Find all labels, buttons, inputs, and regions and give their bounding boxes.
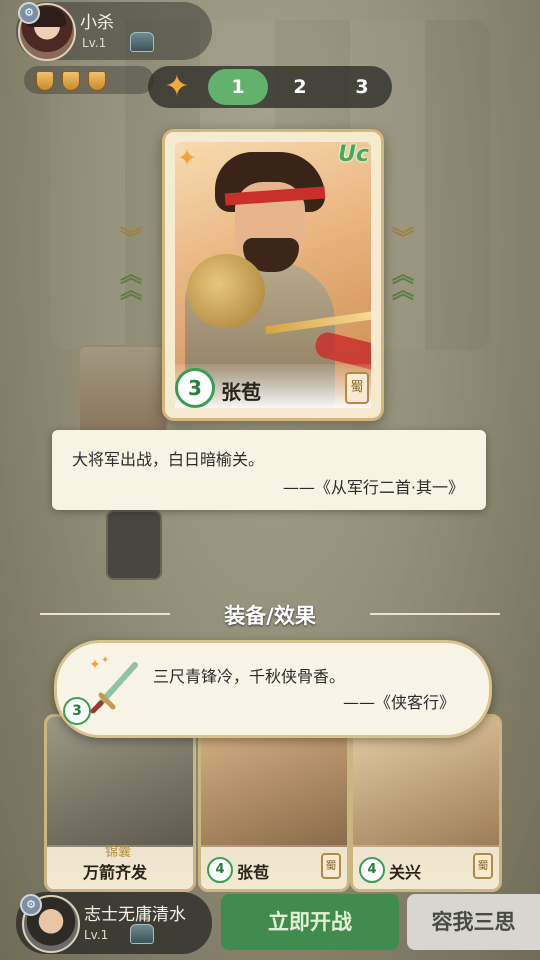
quote-source: ——《从军行二首·其一》 [282,478,464,497]
sword-icon: ✦ ✦ [87,653,149,715]
tab-1[interactable]: 1 [208,69,268,105]
cost-badge: 3 [63,697,91,725]
hero-name: 张苞 [221,380,261,404]
equipment-tooltip: ✦ ✦ 3 三尺青锋冷，千秋侠骨香。 ——《侠客行》 [54,640,492,738]
svg-text:✦: ✦ [89,657,101,673]
tab-2[interactable]: 2 [270,69,330,105]
card-name: 张苞 [237,863,270,882]
shield-icon [36,71,54,91]
equipment-text: 三尺青锋冷，千秋侠骨香。 [153,667,346,686]
page-tabs: ✦ 1 2 3 [148,66,392,108]
shield-icon [88,71,106,91]
faction-badge: 蜀 [321,853,341,879]
opponent-level: Lv.1 [82,36,107,50]
hand-card-trick[interactable]: 锦囊 万箭齐发 [44,714,196,892]
card-name: 万箭齐发 [83,863,148,882]
player-info[interactable]: ⚙ 志士无庸清水 Lv.1 [16,892,212,954]
cost-badge: 4 [359,857,385,883]
cost-badge: 4 [207,857,233,883]
player-level: Lv.1 [84,928,109,942]
quote-text: 大将军出战，白日暗榆关。 [72,450,265,469]
player-name: 志士无庸清水 [84,905,186,925]
gear-icon: ⚙ [20,894,42,916]
sparkle-icon: ✦ [177,144,198,172]
cost-badge: 3 [175,368,215,408]
opponent-name: 小杀 [80,13,114,33]
opponent-info[interactable]: ⚙ 小杀 Lv.1 [16,2,212,61]
reconsider-button[interactable]: 容我三思 [407,894,540,950]
sparkle-icon[interactable]: ✦ [160,70,194,104]
card-name: 关兴 [389,863,422,882]
card-type: 锦囊 [105,845,132,860]
gear-icon: ⚙ [18,2,40,24]
shoulder-shape [187,254,265,328]
rarity-badge: Uc [338,142,369,167]
svg-text:✦: ✦ [101,655,109,666]
hero-card[interactable]: ✦ Uc 3 张苞 蜀 [162,129,384,421]
faction-badge: 蜀 [473,853,493,879]
hand-card-hero[interactable]: 4 关兴 蜀 [350,714,502,892]
equipment-title: 装备/效果 [224,604,316,628]
helmet-icon [130,32,154,52]
start-battle-button[interactable]: 立即开战 [221,894,399,950]
helmet-icon [130,924,154,944]
shield-icon [62,71,80,91]
equipment-header: 装备/效果 [40,594,500,634]
tab-3[interactable]: 3 [332,69,392,105]
faction-badge: 蜀 [345,372,369,404]
equipment-source: ——《侠客行》 [342,693,455,712]
opponent-shields [24,66,154,94]
hero-quote-box: 大将军出战，白日暗榆关。 ——《从军行二首·其一》 [52,430,486,510]
hand-card-hero[interactable]: 4 张苞 蜀 [198,714,350,892]
